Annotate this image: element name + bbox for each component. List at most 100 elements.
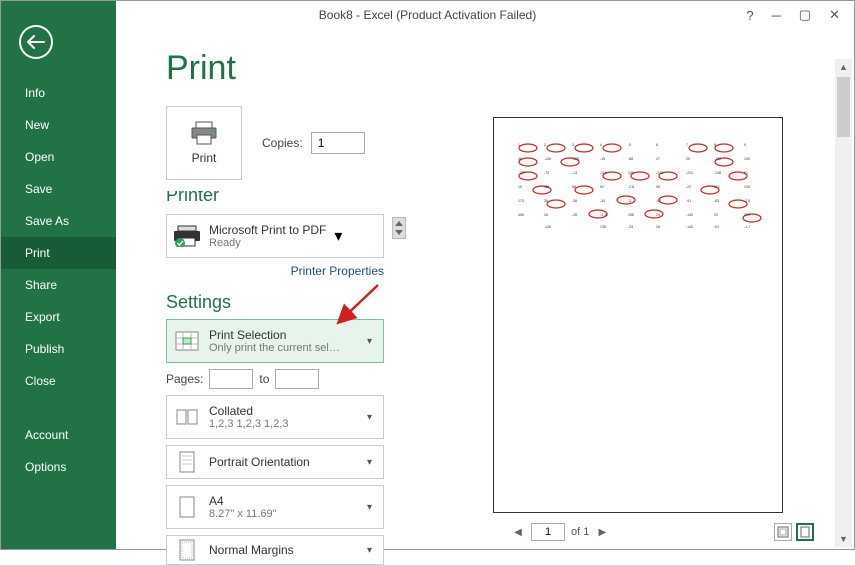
svg-text:-126: -126 [544,225,551,229]
paper-title: A4 [209,494,359,508]
preview-content: 1234-56789 36-126-128-15-882725-136139 -… [508,140,768,230]
svg-text:26: 26 [544,199,548,203]
back-button[interactable] [19,25,53,59]
sidebar-item-save-as[interactable]: Save As [1,205,116,237]
svg-text:10: 10 [518,185,522,189]
arrow-left-icon [27,35,45,49]
svg-text:-127: -127 [518,171,525,175]
svg-text:7: 7 [686,143,688,147]
maximize-button[interactable]: ▢ [799,7,811,23]
printer-name: Microsoft Print to PDF [209,223,326,237]
paper-size-selector[interactable]: A4 8.27" x 11.69" ▾ [166,485,384,529]
svg-text:2: 2 [544,143,546,147]
svg-text:6: 6 [656,143,658,147]
print-scope-selector[interactable]: Print Selection Only print the current s… [166,319,384,363]
chevron-down-icon: ▾ [367,545,377,556]
sidebar-item-close[interactable]: Close [1,365,116,397]
svg-text:-91: -91 [686,199,691,203]
svg-text:-15: -15 [600,157,605,161]
svg-text:9: 9 [744,143,746,147]
svg-text:158: 158 [628,213,634,217]
print-button-label: Print [192,151,217,165]
copies-label: Copies: [262,136,303,150]
print-scope-title: Print Selection [209,328,359,342]
settings-scrollbar[interactable] [392,217,406,239]
svg-text:96: 96 [656,185,660,189]
sidebar-item-options[interactable]: Options [1,451,116,483]
svg-text:26: 26 [544,213,548,217]
margins-selector[interactable]: Normal Margins ▾ [166,535,384,565]
main-scrollbar[interactable]: ▲ ▼ [835,59,852,547]
svg-text:-88: -88 [628,157,633,161]
sidebar-item-new[interactable]: New [1,109,116,141]
printer-status: Ready [209,237,326,249]
copies-input[interactable] [311,132,365,154]
svg-text:-140: -140 [686,213,693,217]
svg-text:-1.14: -1.14 [600,213,608,217]
svg-text:4: 4 [600,143,602,147]
backstage-sidebar: Info New Open Save Save As Print Share E… [1,1,116,549]
svg-text:36: 36 [518,157,522,161]
page-icon [173,493,201,521]
page-number-input[interactable] [531,523,565,541]
close-button[interactable]: ✕ [829,7,840,23]
svg-text:224: 224 [744,213,750,217]
printer-properties-link[interactable]: Printer Properties [166,264,384,278]
sidebar-item-open[interactable]: Open [1,141,116,173]
svg-text:138: 138 [600,225,606,229]
svg-text:-140: -140 [686,225,693,229]
svg-text:-73: -73 [544,171,549,175]
pages-to-input[interactable] [275,369,319,389]
svg-text:406: 406 [518,213,524,217]
svg-text:-126: -126 [544,157,551,161]
show-margins-button[interactable] [774,523,792,541]
collation-selector[interactable]: Collated 1,2,3 1,2,3 1,2,3 ▾ [166,395,384,439]
sidebar-item-publish[interactable]: Publish [1,333,116,365]
svg-text:-116: -116 [600,171,607,175]
printer-icon [190,121,218,145]
next-page-button[interactable]: ▶ [595,525,609,539]
zoom-page-icon [799,526,811,538]
svg-text:-136: -136 [714,157,721,161]
chevron-down-icon: ▾ [334,226,342,246]
svg-text:-211: -211 [628,185,635,189]
orientation-selector[interactable]: Portrait Orientation ▾ [166,445,384,479]
print-scope-sub: Only print the current sel… [209,342,359,354]
printer-status-icon [173,225,201,247]
help-button[interactable]: ? [746,8,753,23]
settings-heading: Settings [166,292,421,313]
sidebar-item-share[interactable]: Share [1,269,116,301]
svg-text:-91: -91 [714,225,719,229]
svg-text:-36: -36 [572,199,577,203]
printer-selector[interactable]: Microsoft Print to PDF Ready ▾ [166,214,384,258]
svg-text:-1.7: -1.7 [744,225,750,229]
minimize-button[interactable]: ─ [772,8,781,23]
svg-text:-242: -242 [656,171,663,175]
svg-text:-28: -28 [572,213,577,217]
sidebar-item-print[interactable]: Print [1,237,116,269]
chevron-down-icon: ▾ [367,336,377,347]
svg-text:-34: -34 [600,199,605,203]
zoom-to-page-button[interactable] [796,523,814,541]
sidebar-item-account[interactable]: Account [1,419,116,451]
margins-icon [173,536,201,564]
sidebar-item-save[interactable]: Save [1,173,116,205]
sidebar-item-export[interactable]: Export [1,301,116,333]
svg-text:-13: -13 [572,171,577,175]
svg-text:-5: -5 [628,143,631,147]
svg-text:-221: -221 [686,171,693,175]
sidebar-item-info[interactable]: Info [1,77,116,109]
paper-sub: 8.27" x 11.69" [209,508,359,520]
page-total-label: of 1 [571,526,589,538]
pages-from-input[interactable] [209,369,253,389]
orientation-title: Portrait Orientation [209,455,359,469]
prev-page-button[interactable]: ◀ [511,525,525,539]
svg-text:1: 1 [518,143,520,147]
pages-label: Pages: [166,372,203,386]
portrait-icon [173,448,201,476]
print-button[interactable]: Print [166,106,242,180]
svg-text:173: 173 [518,199,524,203]
svg-text:110: 110 [714,185,720,189]
svg-text:51: 51 [744,171,748,175]
chevron-down-icon: ▾ [367,457,377,468]
